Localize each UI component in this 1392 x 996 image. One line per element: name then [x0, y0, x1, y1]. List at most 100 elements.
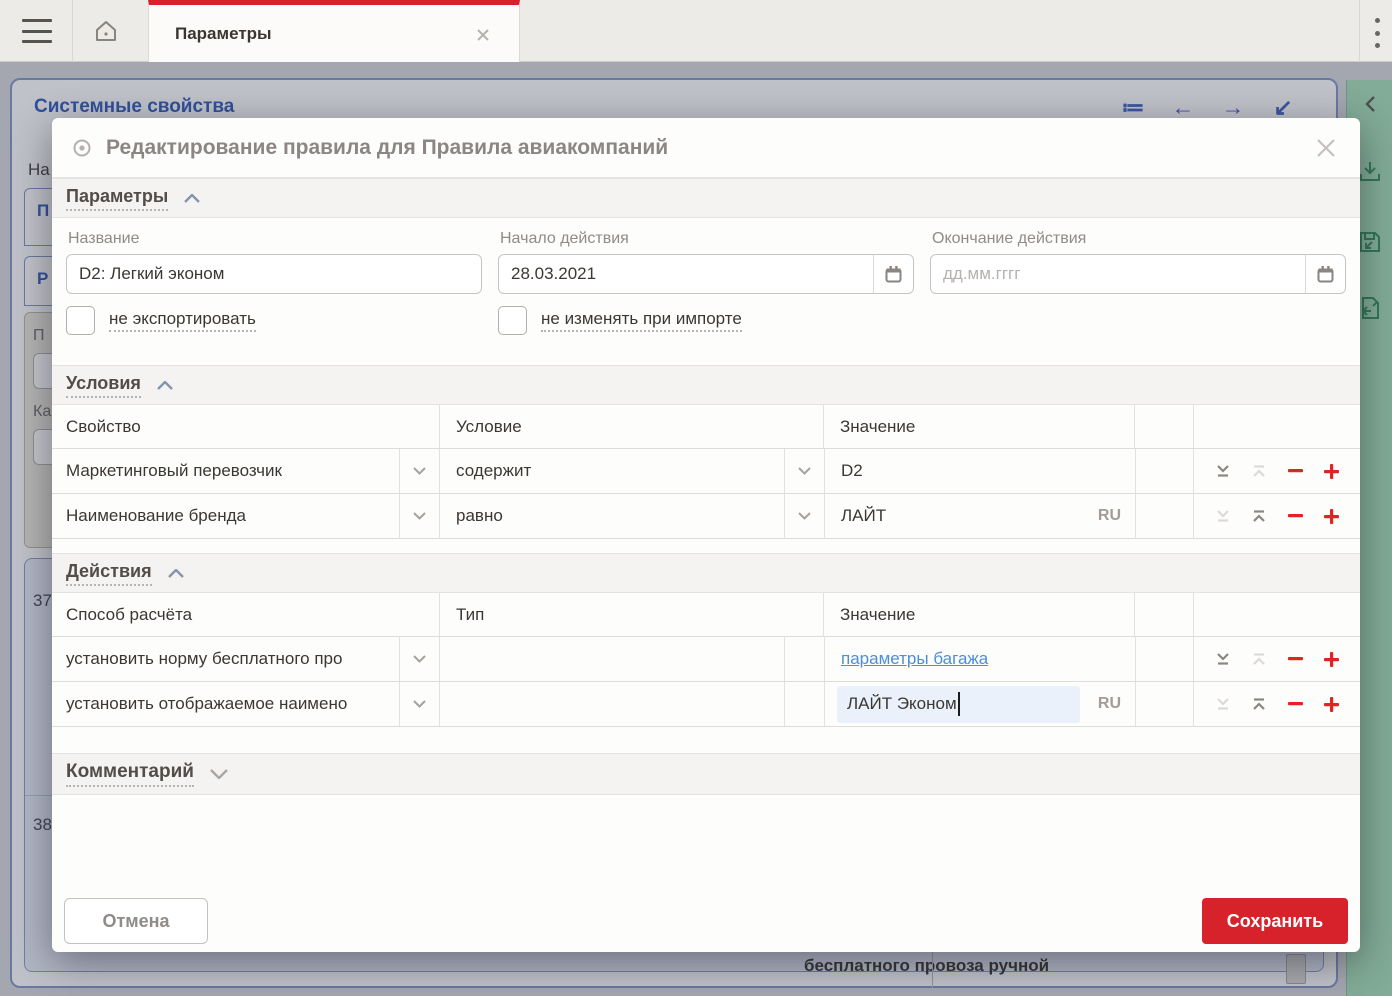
move-down-icon[interactable]	[1214, 463, 1232, 479]
name-field-label: Название	[68, 230, 482, 248]
name-input[interactable]	[67, 255, 481, 293]
cancel-button[interactable]: Отмена	[64, 898, 208, 944]
add-row-icon[interactable]	[1322, 696, 1340, 712]
column-header-spare	[1135, 593, 1194, 637]
calendar-button[interactable]	[1305, 255, 1345, 293]
move-down-icon[interactable]	[1214, 651, 1232, 667]
condition-operator-cell[interactable]: равно	[440, 494, 784, 539]
action-method-cell[interactable]: установить отображаемое наимено	[52, 682, 400, 727]
action-type-cell[interactable]	[440, 682, 784, 727]
home-icon	[93, 18, 119, 44]
spare-cell	[1135, 494, 1194, 539]
section-comment: Комментарий	[52, 753, 1360, 795]
remove-row-icon[interactable]	[1286, 696, 1304, 712]
column-header: Значение	[824, 593, 1135, 637]
chevron-up-icon[interactable]	[157, 381, 173, 390]
save-button[interactable]: Сохранить	[1202, 898, 1348, 944]
action-value-cell[interactable]: параметры багажа	[824, 637, 1135, 682]
start-date-label: Начало действия	[500, 230, 914, 248]
dropdown-button[interactable]	[400, 449, 440, 494]
condition-operator-cell[interactable]: содержит	[440, 449, 784, 494]
remove-row-icon[interactable]	[1286, 508, 1304, 524]
end-date-input[interactable]	[931, 255, 1305, 293]
tab-close-icon[interactable]	[475, 27, 491, 43]
kebab-menu-icon[interactable]	[1372, 18, 1382, 48]
tab-parameters[interactable]: Параметры	[148, 0, 520, 62]
column-header: Тип	[440, 593, 824, 637]
action-value: ЛАЙТ Эконом	[847, 694, 957, 714]
dropdown-button[interactable]	[784, 449, 824, 494]
conditions-table: Свойство Условие Значение Маркетинговый …	[52, 405, 1360, 539]
column-header: Свойство	[52, 405, 440, 449]
section-conditions-title[interactable]: Условия	[66, 373, 141, 398]
column-header-actions	[1194, 593, 1360, 637]
remove-row-icon[interactable]	[1286, 463, 1304, 479]
chevron-down-icon	[413, 512, 426, 520]
chevron-up-icon[interactable]	[184, 194, 200, 203]
empty-subcell	[784, 637, 824, 682]
remove-row-icon[interactable]	[1286, 651, 1304, 667]
dialog-title: Редактирование правила для Правила авиак…	[106, 136, 668, 160]
spare-cell	[1135, 637, 1194, 682]
hamburger-menu-icon[interactable]	[22, 19, 52, 43]
no-export-checkbox[interactable]	[66, 306, 95, 335]
empty-subcell	[784, 682, 824, 727]
column-header-actions	[1194, 405, 1360, 449]
condition-value-cell[interactable]: D2	[824, 449, 1135, 494]
end-date-label: Окончание действия	[932, 230, 1346, 248]
home-button[interactable]	[86, 14, 126, 48]
condition-property-cell[interactable]: Наименование бренда	[52, 494, 400, 539]
no-import-change-label[interactable]: не изменять при импорте	[541, 309, 742, 332]
no-export-label[interactable]: не экспортировать	[109, 309, 256, 332]
section-parameters-title[interactable]: Параметры	[66, 186, 168, 211]
column-header: Способ расчёта	[52, 593, 440, 637]
condition-value: ЛАЙТ	[841, 506, 886, 526]
calendar-icon	[884, 265, 903, 284]
lang-badge: RU	[1098, 695, 1121, 713]
spare-cell	[1135, 682, 1194, 727]
dialog-close-icon[interactable]	[1312, 134, 1340, 162]
actions-table: Способ расчёта Тип Значение установить н…	[52, 593, 1360, 727]
row-actions	[1194, 637, 1360, 682]
row-actions	[1194, 494, 1360, 539]
value-edit-field[interactable]: ЛАЙТ Эконом	[837, 686, 1080, 723]
add-row-icon[interactable]	[1322, 463, 1340, 479]
move-down-icon[interactable]	[1214, 696, 1232, 712]
dropdown-button[interactable]	[400, 682, 440, 727]
section-actions-title[interactable]: Действия	[66, 561, 152, 586]
move-up-icon[interactable]	[1250, 651, 1268, 667]
action-value-cell[interactable]: ЛАЙТ Эконом RU	[824, 682, 1135, 727]
move-down-icon[interactable]	[1214, 508, 1232, 524]
start-date-input[interactable]	[499, 255, 873, 293]
baggage-params-link[interactable]: параметры багажа	[841, 649, 988, 669]
column-header: Условие	[440, 405, 824, 449]
dropdown-button[interactable]	[784, 494, 824, 539]
add-row-icon[interactable]	[1322, 651, 1340, 667]
page-content: Системные свойства ≔ ← → ↙ На П Р П Ка 3…	[0, 62, 1392, 996]
chevron-down-icon	[413, 655, 426, 663]
no-import-change-checkbox[interactable]	[498, 306, 527, 335]
action-type-cell[interactable]	[440, 637, 784, 682]
section-parameters: Параметры	[52, 178, 1360, 218]
dropdown-button[interactable]	[400, 637, 440, 682]
calendar-button[interactable]	[873, 255, 913, 293]
move-up-icon[interactable]	[1250, 508, 1268, 524]
chevron-down-icon[interactable]	[210, 769, 228, 779]
move-up-icon[interactable]	[1250, 696, 1268, 712]
action-method-cell[interactable]: установить норму бесплатного про	[52, 637, 400, 682]
condition-value-cell[interactable]: ЛАЙТ RU	[824, 494, 1135, 539]
chevron-down-icon	[798, 467, 811, 475]
column-header-spare	[1135, 405, 1194, 449]
chevron-up-icon[interactable]	[168, 569, 184, 578]
dialog-header: Редактирование правила для Правила авиак…	[52, 118, 1360, 178]
calendar-icon	[1316, 265, 1335, 284]
topbar-divider	[1359, 0, 1360, 62]
section-actions: Действия	[52, 553, 1360, 593]
section-comment-title[interactable]: Комментарий	[66, 761, 194, 787]
move-up-icon[interactable]	[1250, 463, 1268, 479]
add-row-icon[interactable]	[1322, 508, 1340, 524]
dropdown-button[interactable]	[400, 494, 440, 539]
lang-badge: RU	[1098, 507, 1121, 525]
condition-property-cell[interactable]: Маркетинговый перевозчик	[52, 449, 400, 494]
text-cursor	[958, 692, 960, 716]
